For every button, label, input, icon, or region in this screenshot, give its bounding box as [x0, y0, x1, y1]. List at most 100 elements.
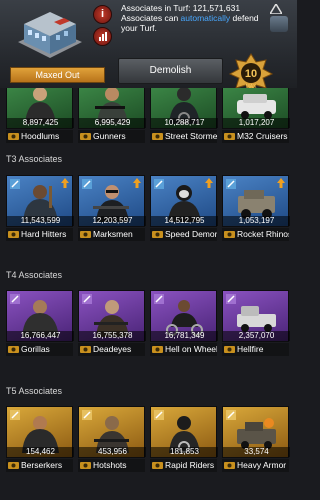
unit-type-icon: [8, 231, 19, 238]
unit-card[interactable]: 16,755,378 Deadeyes: [78, 290, 146, 356]
unit-type-icon: [152, 133, 163, 140]
unit-name: Rocket Rhinos: [237, 229, 289, 239]
unit-card[interactable]: 154,462 Berserkers: [6, 406, 74, 472]
unit-count: 16,781,349: [151, 331, 218, 341]
unit-card[interactable]: 2,357,070 Hellfire: [222, 290, 290, 356]
unit-card[interactable]: 10,288,717 Street Stormers: [150, 88, 218, 143]
unit-name-bar: Hellfire: [222, 343, 289, 356]
unit-type-icon: [8, 133, 19, 140]
unit-name: Hoodlums: [21, 131, 60, 141]
unit-count: 16,755,378: [79, 331, 146, 341]
unit-card[interactable]: 11,543,599 Hard Hitters: [6, 175, 74, 241]
unit-portrait: 14,512,795: [150, 175, 218, 227]
associates-list[interactable]: 8,897,425 Hoodlums 6,995,429 Gunners 10,…: [0, 88, 297, 500]
unit-name: Gorillas: [21, 344, 50, 354]
unit-card[interactable]: 6,995,429 Gunners: [78, 88, 146, 143]
unit-card[interactable]: 1,017,207 M32 Cruisers: [222, 88, 290, 143]
unit-name-bar: Deadeyes: [78, 343, 145, 356]
gang-logo-icon: [270, 4, 282, 14]
unit-count: 10,288,717: [151, 118, 218, 128]
unit-type-icon: [80, 231, 91, 238]
unit-name: Gunners: [93, 131, 126, 141]
unit-type-icon: [224, 462, 235, 469]
demolish-button[interactable]: Demolish: [118, 58, 223, 84]
info-button[interactable]: i: [93, 5, 112, 24]
unit-card[interactable]: 8,897,425 Hoodlums: [6, 88, 74, 143]
unit-card[interactable]: 16,766,447 Gorillas: [6, 290, 74, 356]
unit-name-bar: Marksmen: [78, 228, 145, 241]
upgrade-arrow-icon: [61, 178, 69, 188]
unit-type-icon: [224, 133, 235, 140]
unit-count: 1,017,207: [223, 118, 290, 128]
unit-type-icon: [152, 462, 163, 469]
unit-card[interactable]: 181,853 Rapid Riders: [150, 406, 218, 472]
unit-name: Marksmen: [93, 229, 133, 239]
unit-type-icon: [152, 231, 163, 238]
unit-name-bar: Rocket Rhinos: [222, 228, 289, 241]
unit-portrait: 453,956: [78, 406, 146, 458]
unit-name-bar: Speed Demons: [150, 228, 217, 241]
unit-portrait: 10,288,717: [150, 88, 218, 129]
unit-name-bar: Berserkers: [6, 459, 73, 472]
unit-portrait: 2,357,070: [222, 290, 290, 342]
unit-name: Hellfire: [237, 344, 264, 354]
unit-card[interactable]: 12,203,597 Marksmen: [78, 175, 146, 241]
unit-name-bar: Heavy Armor: [222, 459, 289, 472]
unit-count: 154,462: [7, 447, 74, 457]
bar-chart-icon: [99, 32, 107, 41]
level-badge: 10 MAX: [228, 53, 274, 92]
upgrade-arrow-icon: [205, 178, 213, 188]
associates-in-turf-text: Associates in Turf: 121,571,631: [121, 3, 241, 13]
unit-name: Speed Demons: [165, 229, 217, 239]
unit-card[interactable]: 14,512,795 Speed Demons: [150, 175, 218, 241]
unit-name: Street Stormers: [165, 131, 217, 141]
unit-portrait: 16,781,349: [150, 290, 218, 342]
maxed-out-badge: Maxed Out: [10, 67, 105, 83]
stats-button[interactable]: [93, 27, 112, 46]
unit-count: 181,853: [151, 447, 218, 457]
unit-type-icon: [8, 346, 19, 353]
unit-portrait: 16,755,378: [78, 290, 146, 342]
unit-name-bar: M32 Cruisers: [222, 130, 289, 143]
section-title-t3: T3 Associates: [6, 154, 63, 164]
unit-name: Hell on Wheels: [165, 344, 217, 354]
unit-count: 6,995,429: [79, 118, 146, 128]
unit-portrait: 1,017,207: [222, 88, 290, 129]
unit-type-icon: [80, 133, 91, 140]
associates-info-text: Associates in Turf: 121,571,631 Associat…: [121, 3, 266, 33]
unit-name-bar: Hoodlums: [6, 130, 73, 143]
unit-type-icon: [80, 346, 91, 353]
section-title-t4: T4 Associates: [6, 270, 63, 280]
unit-name-bar: Street Stormers: [150, 130, 217, 143]
unit-card[interactable]: 453,956 Hotshots: [78, 406, 146, 472]
unit-name: Rapid Riders: [165, 460, 215, 470]
unit-name-bar: Gunners: [78, 130, 145, 143]
upgrade-arrow-icon: [277, 178, 285, 188]
unit-portrait: 12,203,597: [78, 175, 146, 227]
unit-name: Hotshots: [93, 460, 127, 470]
unit-count: 14,512,795: [151, 216, 218, 226]
building-header: Maxed Out i Associates in Turf: 121,571,…: [0, 0, 297, 92]
unit-card[interactable]: 33,574 Heavy Armor: [222, 406, 290, 472]
unit-count: 1,053,197: [223, 216, 290, 226]
unit-count: 33,574: [223, 447, 290, 457]
unit-name-bar: Hotshots: [78, 459, 145, 472]
unit-card[interactable]: 1,053,197 Rocket Rhinos: [222, 175, 290, 241]
unit-count: 11,543,599: [7, 216, 74, 226]
unit-card[interactable]: 16,781,349 Hell on Wheels: [150, 290, 218, 356]
unit-portrait: 11,543,599: [6, 175, 74, 227]
associate-avatar: [270, 16, 288, 32]
unit-count: 16,766,447: [7, 331, 74, 341]
unit-portrait: 16,766,447: [6, 290, 74, 342]
unit-portrait: 1,053,197: [222, 175, 290, 227]
unit-count: 8,897,425: [7, 118, 74, 128]
t3-associate-row: 11,543,599 Hard Hitters 12,203,597 Marks…: [0, 175, 297, 241]
unit-name: Deadeyes: [93, 344, 132, 354]
defend-description: Associates can automatically defend your…: [121, 13, 259, 33]
unit-name: Berserkers: [21, 460, 63, 470]
t4-associate-row: 16,766,447 Gorillas 16,755,378 Deadeyes …: [0, 290, 297, 356]
unit-count: 12,203,597: [79, 216, 146, 226]
unit-type-icon: [224, 231, 235, 238]
unit-portrait: 154,462: [6, 406, 74, 458]
unit-name: M32 Cruisers: [237, 131, 288, 141]
